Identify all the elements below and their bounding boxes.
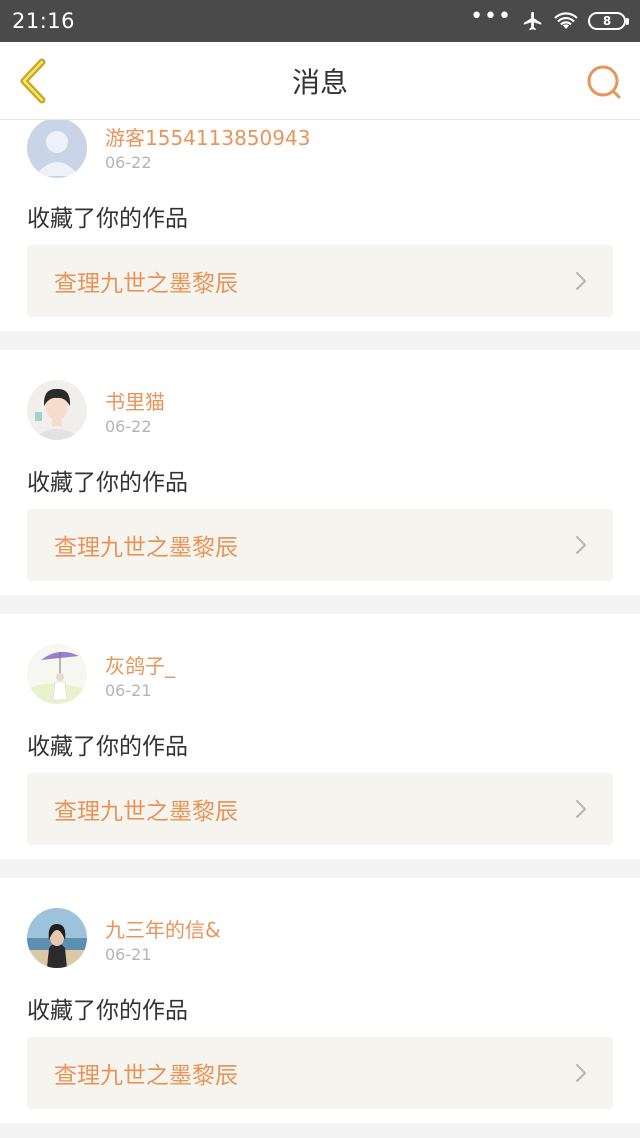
airplane-icon — [523, 11, 542, 31]
work-link[interactable]: 查理九世之墨黎辰 — [27, 509, 613, 581]
user-name[interactable]: 灰鸽子_ — [105, 650, 175, 679]
beach-girl-avatar-icon — [27, 908, 87, 968]
work-title: 查理九世之墨黎辰 — [54, 1063, 238, 1089]
message-action: 收藏了你的作品 — [27, 206, 188, 232]
default-avatar-icon — [27, 120, 87, 178]
message-date: 06-22 — [105, 153, 152, 172]
chevron-right-icon — [575, 1063, 587, 1083]
message-action: 收藏了你的作品 — [27, 470, 188, 496]
message-card: 书里猫 06-22 收藏了你的作品 查理九世之墨黎辰 — [0, 350, 640, 595]
user-name[interactable]: 书里猫 — [105, 386, 165, 415]
status-bar: 21:16 ••• 8 — [0, 0, 640, 42]
user-name[interactable]: 游客1554113850943 — [105, 122, 310, 151]
message-action: 收藏了你的作品 — [27, 998, 188, 1024]
search-icon[interactable] — [584, 62, 624, 102]
avatar[interactable] — [27, 644, 87, 704]
battery-icon: 8 — [588, 12, 629, 30]
page-title: 消息 — [291, 65, 348, 99]
message-date: 06-21 — [105, 681, 152, 700]
avatar[interactable] — [27, 908, 87, 968]
message-date: 06-22 — [105, 417, 152, 436]
work-link[interactable]: 查理九世之墨黎辰 — [27, 245, 613, 317]
message-card: 游客1554113850943 06-22 收藏了你的作品 查理九世之墨黎辰 — [0, 120, 640, 331]
nav-bar: 消息 — [0, 42, 640, 120]
chevron-right-icon — [575, 535, 587, 555]
work-title: 查理九世之墨黎辰 — [54, 799, 238, 825]
more-dots: ••• — [470, 4, 512, 29]
status-time: 21:16 — [12, 9, 76, 33]
user-name[interactable]: 九三年的信& — [105, 914, 221, 943]
message-action: 收藏了你的作品 — [27, 734, 188, 760]
avatar[interactable] — [27, 380, 87, 440]
work-link[interactable]: 查理九世之墨黎辰 — [27, 773, 613, 845]
work-title: 查理九世之墨黎辰 — [54, 535, 238, 561]
chevron-left-icon[interactable] — [14, 58, 54, 104]
message-list: 游客1554113850943 06-22 收藏了你的作品 查理九世之墨黎辰 书… — [0, 120, 640, 1138]
anime-boy-avatar-icon — [27, 380, 87, 440]
avatar[interactable] — [27, 120, 87, 178]
umbrella-girl-avatar-icon — [27, 644, 87, 704]
chevron-right-icon — [575, 271, 587, 291]
wifi-icon — [554, 12, 578, 29]
message-date: 06-21 — [105, 945, 152, 964]
message-card: 灰鸽子_ 06-21 收藏了你的作品 查理九世之墨黎辰 — [0, 614, 640, 859]
work-link[interactable]: 查理九世之墨黎辰 — [27, 1037, 613, 1109]
status-icons: ••• 8 — [470, 4, 629, 32]
work-title: 查理九世之墨黎辰 — [54, 271, 238, 297]
battery-level: 8 — [602, 14, 612, 28]
message-card: 九三年的信& 06-21 收藏了你的作品 查理九世之墨黎辰 — [0, 878, 640, 1123]
chevron-right-icon — [575, 799, 587, 819]
